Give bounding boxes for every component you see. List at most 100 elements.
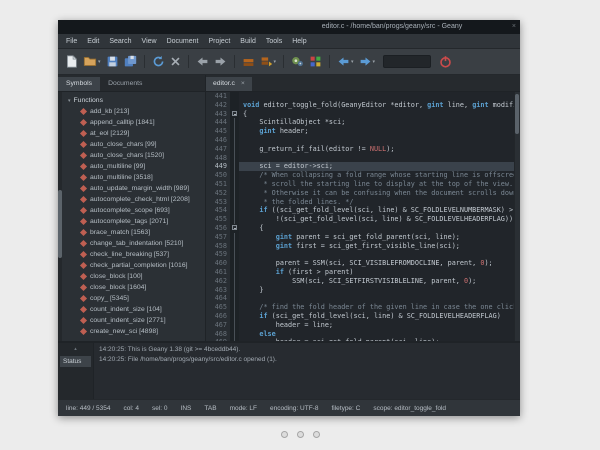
symbol-item[interactable]: autocomplete_scope [693] [68,205,205,216]
line-number[interactable]: 463 [206,286,230,295]
tab-status[interactable]: Status [60,356,91,367]
fold-margin-cell[interactable] [230,330,239,339]
code-line[interactable]: 460 parent = SSM(sci, SCI_VISIBLEFROMDOC… [206,259,514,268]
editor-scrollbar-thumb[interactable] [515,94,519,134]
symbol-item[interactable]: at_eol [2129] [68,128,205,139]
symbol-item[interactable]: auto_close_chars [1520] [68,150,205,161]
menu-tools[interactable]: Tools [261,38,287,45]
menu-project[interactable]: Project [203,38,235,45]
symbol-item[interactable]: count_indent_size [2771] [68,315,205,326]
fold-margin-cell[interactable] [230,286,239,295]
line-number[interactable]: 452 [206,189,230,198]
fold-margin-cell[interactable] [230,198,239,207]
carousel-dot[interactable] [297,431,304,438]
code-line[interactable]: 446 [206,136,514,145]
fold-margin-cell[interactable] [230,127,239,136]
menu-edit[interactable]: Edit [82,38,104,45]
code-line[interactable]: 469 header = sci_get_fold_parent(sci, li… [206,338,514,341]
symbol-root[interactable]: ▾ Functions [68,95,205,106]
nav-forward-button[interactable] [213,53,228,71]
line-number[interactable]: 466 [206,312,230,321]
carousel-dot[interactable] [313,431,320,438]
code-line[interactable]: 441 [206,92,514,101]
code-area[interactable]: 441442void editor_toggle_fold(GeanyEdito… [206,92,514,341]
symbol-item[interactable]: change_tab_indentation [5210] [68,238,205,249]
toolbar-search-input[interactable] [383,55,431,68]
line-number[interactable]: 462 [206,277,230,286]
code-line[interactable]: 449 sci = editor->sci; [206,162,514,171]
code-line[interactable]: 467 header = line; [206,321,514,330]
symbol-item[interactable]: count_indent_size [104] [68,304,205,315]
fold-margin-cell[interactable] [230,180,239,189]
fold-margin-cell[interactable] [230,110,239,119]
fold-margin-cell[interactable] [230,224,239,233]
line-number[interactable]: 468 [206,330,230,339]
line-number[interactable]: 460 [206,259,230,268]
fold-margin-cell[interactable] [230,277,239,286]
code-line[interactable]: 444 ScintillaObject *sci; [206,118,514,127]
code-line[interactable]: 447 g_return_if_fail(editor != NULL); [206,145,514,154]
line-number[interactable]: 448 [206,154,230,163]
window-close-icon[interactable]: × [512,20,516,34]
build-button[interactable]: ▾ [259,53,278,71]
menu-help[interactable]: Help [287,38,311,45]
line-number[interactable]: 447 [206,145,230,154]
close-button[interactable] [169,53,182,71]
menu-search[interactable]: Search [104,38,136,45]
fold-margin-cell[interactable] [230,294,239,303]
revert-button[interactable] [151,53,166,71]
fold-margin-cell[interactable] [230,92,239,101]
fold-margin-cell[interactable] [230,259,239,268]
fold-margin-cell[interactable] [230,101,239,110]
code-line[interactable]: 454 if ((sci_get_fold_level(sci, line) &… [206,206,514,215]
line-number[interactable]: 443 [206,110,230,119]
tab-editor-c[interactable]: editor.c × [206,77,252,91]
code-line[interactable]: 468 else [206,330,514,339]
line-number[interactable]: 457 [206,233,230,242]
compile-button[interactable] [241,53,256,71]
tab-symbols[interactable]: Symbols [58,77,100,91]
symbol-item[interactable]: check_partial_completion [1016] [68,260,205,271]
code-line[interactable]: 453 * the folded lines. */ [206,198,514,207]
code-line[interactable]: 465 /* find the fold header of the given… [206,303,514,312]
tab-documents[interactable]: Documents [100,77,150,91]
line-number[interactable]: 456 [206,224,230,233]
line-number[interactable]: 458 [206,242,230,251]
line-number[interactable]: 444 [206,118,230,127]
color-chooser-button[interactable] [308,53,323,71]
fold-margin-cell[interactable] [230,136,239,145]
line-number[interactable]: 442 [206,101,230,110]
fold-margin-cell[interactable] [230,206,239,215]
line-number[interactable]: 461 [206,268,230,277]
line-number[interactable]: 451 [206,180,230,189]
line-number[interactable]: 459 [206,250,230,259]
symbol-item[interactable]: autocomplete_check_html [2208] [68,194,205,205]
fold-margin-cell[interactable] [230,171,239,180]
fold-margin-cell[interactable] [230,118,239,127]
code-line[interactable]: 463 } [206,286,514,295]
code-line[interactable]: 450 /* When collapsing a fold range whos… [206,171,514,180]
code-line[interactable]: 459 [206,250,514,259]
save-button[interactable] [105,53,120,71]
code-line[interactable]: 445 gint header; [206,127,514,136]
fold-margin-cell[interactable] [230,215,239,224]
code-line[interactable]: 452 * Otherwise it can be confusing when… [206,189,514,198]
open-file-button[interactable]: ▾ [82,53,102,71]
code-line[interactable]: 442void editor_toggle_fold(GeanyEditor *… [206,101,514,110]
code-line[interactable]: 464 [206,294,514,303]
line-number[interactable]: 445 [206,127,230,136]
symbol-item[interactable]: auto_multiline [99] [68,161,205,172]
line-number[interactable]: 467 [206,321,230,330]
fold-margin-cell[interactable] [230,162,239,171]
symbol-item[interactable]: close_block [100] [68,271,205,282]
fold-margin-cell[interactable] [230,268,239,277]
fold-margin-cell[interactable] [230,250,239,259]
code-line[interactable]: 448 [206,154,514,163]
menu-view[interactable]: View [137,38,162,45]
fold-toggle-icon[interactable] [232,111,237,116]
fold-toggle-icon[interactable] [232,225,237,230]
code-line[interactable]: 462 SSM(sci, SCI_SETFIRSTVISIBLELINE, pa… [206,277,514,286]
menu-file[interactable]: File [61,38,82,45]
fold-margin-cell[interactable] [230,145,239,154]
code-line[interactable]: 443{ [206,110,514,119]
